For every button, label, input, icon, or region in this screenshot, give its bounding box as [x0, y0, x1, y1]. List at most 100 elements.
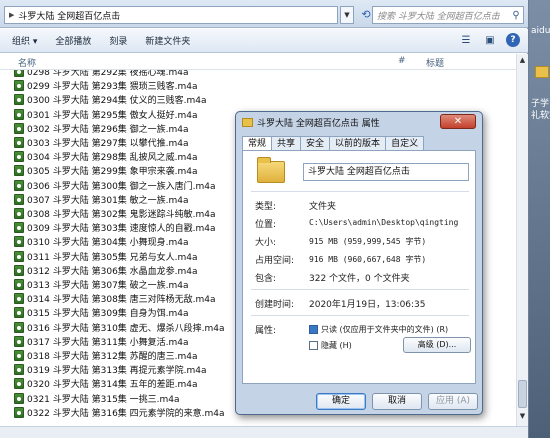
file-name: 0298 斗罗大陆 第292集 夜摇心魂.m4a	[27, 70, 189, 78]
scroll-down-icon[interactable]: ▼	[517, 412, 528, 424]
tab-previous-versions[interactable]: 以前的版本	[329, 136, 387, 150]
divider	[251, 191, 469, 192]
list-item[interactable]: 0308 斗罗大陆 第302集 鬼影迷踪斗纯敏.m4a	[14, 207, 216, 220]
list-item[interactable]: 0320 斗罗大陆 第314集 五年的差距.m4a	[14, 377, 198, 390]
cancel-button[interactable]: 取消	[372, 393, 422, 410]
list-item[interactable]: 0307 斗罗大陆 第301集 敏之一族.m4a	[14, 193, 189, 206]
audio-file-icon	[14, 94, 24, 106]
file-name: 0305 斗罗大陆 第299集 象甲宗来袭.m4a	[27, 167, 198, 178]
location-label: 位置:	[255, 220, 277, 230]
tab-general[interactable]: 常规	[242, 136, 273, 151]
list-item[interactable]: 0322 斗罗大陆 第316集 四元素学院的来意.m4a	[14, 406, 225, 419]
size-on-disk-label: 占用空间:	[255, 256, 295, 266]
tab-security[interactable]: 安全	[300, 136, 331, 150]
list-item[interactable]: 0311 斗罗大陆 第305集 兄弟与女人.m4a	[14, 250, 198, 263]
ok-button[interactable]: 确定	[316, 393, 366, 410]
tab-customize[interactable]: 自定义	[385, 136, 425, 150]
type-value: 文件夹	[309, 202, 337, 212]
audio-file-icon	[14, 378, 24, 390]
audio-file-icon	[14, 321, 24, 333]
file-name: 0319 斗罗大陆 第313集 再提元素学院.m4a	[27, 366, 207, 377]
file-name: 0301 斗罗大陆 第295集 傲女人挺好.m4a	[27, 110, 198, 121]
tab-sharing[interactable]: 共享	[271, 136, 302, 150]
list-item[interactable]: 0302 斗罗大陆 第296集 御之一族.m4a	[14, 122, 189, 135]
desktop-label-b: 礼软实	[531, 111, 550, 121]
type-label: 类型:	[255, 202, 277, 212]
burn-button[interactable]: 刻录	[109, 34, 127, 47]
desktop-folder-icon[interactable]	[535, 66, 549, 78]
large-folder-icon	[257, 157, 285, 183]
list-item[interactable]: 0301 斗罗大陆 第295集 傲女人挺好.m4a	[14, 108, 198, 121]
list-item[interactable]: 0303 斗罗大陆 第297集 以攀代推.m4a	[14, 136, 189, 149]
column-title[interactable]: 标题	[426, 56, 444, 69]
preview-pane-icon[interactable]: ▣	[482, 33, 498, 49]
breadcrumb-path[interactable]: 斗罗大陆 全网超百亿点击	[18, 9, 120, 22]
view-options-icon[interactable]: ☰	[458, 33, 474, 49]
file-name: 0299 斗罗大陆 第293集 猥琐三贱客.m4a	[27, 82, 198, 93]
list-item[interactable]: 0310 斗罗大陆 第304集 小舞现身.m4a	[14, 235, 189, 248]
scrollbar-thumb[interactable]	[518, 380, 527, 408]
search-input[interactable]: 搜索 斗罗大陆 全网超百亿点击 ⚲	[372, 6, 524, 24]
readonly-label: 只读 (仅应用于文件夹中的文件) (R)	[321, 325, 449, 334]
list-item[interactable]: 0309 斗罗大陆 第303集 速度惊人的自戳.m4a	[14, 221, 216, 234]
hidden-checkbox-box[interactable]	[309, 341, 318, 350]
apply-button[interactable]: 应用 (A)	[428, 393, 478, 410]
address-input[interactable]: ▶ 斗罗大陆 全网超百亿点击	[4, 6, 338, 24]
list-item[interactable]: 0305 斗罗大陆 第299集 象甲宗来袭.m4a	[14, 164, 198, 177]
new-folder-button[interactable]: 新建文件夹	[145, 34, 190, 47]
scroll-up-icon[interactable]: ▲	[517, 56, 528, 68]
dialog-titlebar[interactable]: 斗罗大陆 全网超百亿点击 属性 ✕	[236, 112, 482, 132]
address-dropdown-button[interactable]: ▼	[340, 6, 354, 24]
help-icon[interactable]: ?	[506, 33, 520, 47]
folder-name-field[interactable]: 斗罗大陆 全网超百亿点击	[303, 163, 469, 181]
column-number[interactable]: #	[398, 56, 406, 66]
desktop-label-top: aidu	[531, 26, 550, 36]
list-item[interactable]: 0300 斗罗大陆 第294集 仗义的三贱客.m4a	[14, 93, 207, 106]
list-item[interactable]: 0314 斗罗大陆 第308集 唐三对阵杨无敌.m4a	[14, 292, 216, 305]
audio-file-icon	[14, 137, 24, 148]
desktop-background: aidu 子学 礼软实	[529, 0, 550, 438]
list-item[interactable]: 0317 斗罗大陆 第311集 小舞复活.m4a	[14, 335, 189, 348]
contains-label: 包含:	[255, 274, 277, 284]
search-icon[interactable]: ⚲	[509, 10, 523, 21]
audio-file-icon	[14, 307, 24, 319]
list-item[interactable]: 0312 斗罗大陆 第306集 水晶血龙参.m4a	[14, 264, 198, 277]
audio-file-icon	[14, 335, 24, 347]
organize-button[interactable]: 组织 ▾	[12, 34, 37, 47]
list-item[interactable]: 0298 斗罗大陆 第292集 夜摇心魂.m4a	[14, 70, 189, 78]
status-bar	[0, 426, 528, 438]
readonly-checkbox[interactable]: 只读 (仅应用于文件夹中的文件) (R)	[309, 324, 448, 335]
close-button[interactable]: ✕	[440, 114, 476, 129]
list-item[interactable]: 0318 斗罗大陆 第312集 苏醒的唐三.m4a	[14, 349, 198, 362]
audio-file-icon	[14, 122, 24, 134]
advanced-button[interactable]: 高级 (D)...	[403, 337, 471, 353]
list-item[interactable]: 0319 斗罗大陆 第313集 再提元素学院.m4a	[14, 363, 207, 376]
location-value: C:\Users\admin\Desktop\qingting	[309, 218, 459, 227]
breadcrumb-arrow-icon[interactable]: ▶	[9, 11, 14, 19]
file-name: 0314 斗罗大陆 第308集 唐三对阵杨无敌.m4a	[27, 295, 216, 306]
list-item[interactable]: 0304 斗罗大陆 第298集 乱披风之威.m4a	[14, 150, 198, 163]
audio-file-icon	[14, 222, 24, 234]
list-item[interactable]: 0306 斗罗大陆 第300集 御之一族入唐门.m4a	[14, 179, 216, 192]
list-item[interactable]: 0321 斗罗大陆 第315集 一挑三.m4a	[14, 392, 180, 405]
size-label: 大小:	[255, 238, 277, 248]
column-name[interactable]: 名称	[18, 56, 36, 69]
file-name: 0317 斗罗大陆 第311集 小舞复活.m4a	[27, 337, 189, 348]
created-value: 2020年1月19日，13:06:35	[309, 300, 426, 310]
list-item[interactable]: 0313 斗罗大陆 第307集 破之一族.m4a	[14, 278, 189, 291]
hidden-label: 隐藏 (H)	[321, 341, 352, 350]
list-item[interactable]: 0315 斗罗大陆 第309集 自身为饵.m4a	[14, 306, 189, 319]
general-panel: 斗罗大陆 全网超百亿点击 类型: 文件夹 位置: C:\Users\admin\…	[242, 150, 476, 384]
file-name: 0321 斗罗大陆 第315集 一挑三.m4a	[27, 394, 180, 405]
vertical-scrollbar[interactable]: ▲ ▼	[516, 54, 528, 426]
list-item[interactable]: 0316 斗罗大陆 第310集 虚无、爆杀八段摔.m4a	[14, 321, 225, 334]
play-all-button[interactable]: 全部播放	[55, 34, 91, 47]
divider	[251, 289, 469, 290]
column-headers: 名称 # 标题	[0, 54, 516, 70]
readonly-checkbox-box[interactable]	[309, 325, 318, 334]
audio-file-icon	[14, 208, 24, 219]
hidden-checkbox[interactable]: 隐藏 (H)	[309, 340, 352, 351]
search-placeholder: 搜索 斗罗大陆 全网超百亿点击	[377, 11, 500, 22]
created-label: 创建时间:	[255, 300, 295, 310]
list-item[interactable]: 0299 斗罗大陆 第293集 猥琐三贱客.m4a	[14, 79, 198, 92]
